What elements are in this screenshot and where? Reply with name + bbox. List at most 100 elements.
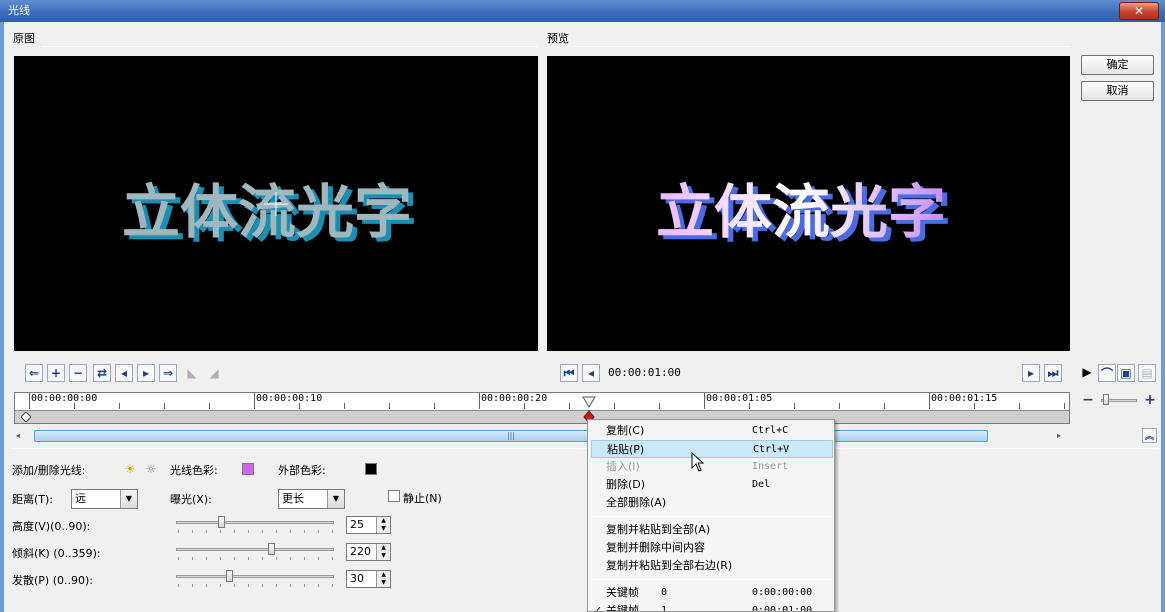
- menu-item-copy-paste-right[interactable]: 复制并粘贴到全部右边(R): [591, 557, 833, 575]
- ruler-tick: [254, 393, 255, 409]
- menu-item-label: 关键帧: [606, 604, 639, 612]
- menu-separator: [591, 516, 831, 517]
- monitor-icon[interactable]: ▣: [1117, 364, 1135, 382]
- move-right-icon[interactable]: ⇒: [159, 364, 177, 382]
- exposure-select[interactable]: 更长 ▼: [278, 489, 345, 509]
- next-frame-icon[interactable]: ▸: [1022, 364, 1040, 382]
- menu-item-delete-all[interactable]: 全部删除(A): [591, 494, 833, 512]
- spin-arrows-icon[interactable]: ▲ ▼: [376, 571, 390, 587]
- height-label: 高度(V)(0..90):: [12, 520, 91, 533]
- add-remove-light-label: 添加/删除光线:: [12, 464, 86, 477]
- collapse-icon[interactable]: ︽: [1142, 428, 1157, 443]
- menu-item-label: 粘贴(P): [607, 443, 645, 456]
- original-text: 立体流光字: [122, 178, 412, 246]
- add-node-icon[interactable]: +: [47, 364, 65, 382]
- ruler-label: 00:00:00:20: [481, 393, 548, 404]
- spin-arrows-icon[interactable]: ▲ ▼: [376, 544, 390, 560]
- keyframe-track[interactable]: [15, 410, 1069, 423]
- spread-slider-track[interactable]: [176, 575, 334, 578]
- ruler-label: 00:00:00:00: [31, 393, 98, 404]
- distance-select[interactable]: 远 ▼: [71, 489, 138, 509]
- loop-icon[interactable]: ⌒: [1098, 364, 1116, 382]
- menu-item-keyframe-1[interactable]: ✓ 关键帧 1 0:00:01:00: [591, 602, 833, 612]
- add-light-icon[interactable]: ☀: [121, 460, 139, 478]
- menu-separator: [591, 579, 831, 580]
- original-pane-label: 原图: [13, 32, 35, 45]
- menu-item-copy-delete-middle[interactable]: 复制并删除中间内容: [591, 539, 833, 557]
- spread-slider-ticks: [178, 584, 334, 587]
- tilt-slider-track[interactable]: [176, 548, 334, 551]
- menu-item-label: 全部删除(A): [606, 496, 667, 509]
- height-slider-ticks: [178, 530, 334, 533]
- menu-item-shortcut: Ctrl+C: [752, 425, 789, 436]
- timeline-scrollbar[interactable]: ◂ ||| ▸: [14, 428, 1070, 444]
- export-icon[interactable]: ▤: [1138, 364, 1156, 382]
- ok-button[interactable]: 确定: [1081, 55, 1154, 75]
- tilt-spinbox[interactable]: 220 ▲ ▼: [346, 543, 391, 561]
- outer-color-swatch[interactable]: [365, 463, 377, 475]
- ruler-tick: [659, 403, 660, 409]
- go-to-start-icon[interactable]: ⏮: [560, 364, 578, 382]
- tilt-slider-thumb[interactable]: [267, 543, 275, 555]
- spread-slider-thumb[interactable]: [225, 570, 233, 582]
- menu-item-shortcut: Del: [752, 479, 771, 490]
- zoom-slider-thumb[interactable]: [1103, 394, 1109, 405]
- current-timecode: 00:00:01:00: [608, 366, 681, 379]
- menu-item-label: 复制并粘贴到全部右边(R): [606, 559, 733, 572]
- remove-node-icon[interactable]: −: [69, 364, 87, 382]
- go-to-end-icon[interactable]: ⏭: [1044, 364, 1062, 382]
- menu-item-paste[interactable]: 粘贴(P) Ctrl+V: [591, 440, 833, 458]
- static-checkbox[interactable]: [388, 490, 400, 502]
- menu-item-keyframe-0[interactable]: 关键帧 0 0:00:00:00: [591, 584, 833, 602]
- height-slider-thumb[interactable]: [217, 516, 225, 528]
- light-color-swatch[interactable]: [242, 463, 254, 475]
- ruler-label: 00:00:01:05: [706, 393, 773, 404]
- menu-item-copy-paste-all[interactable]: 复制并粘贴到全部(A): [591, 521, 833, 539]
- spread-spinbox[interactable]: 30 ▲ ▼: [346, 570, 391, 588]
- result-preview-canvas: 立体流光字 立体流光字: [656, 178, 951, 250]
- height-spinbox[interactable]: 25 ▲ ▼: [346, 516, 391, 534]
- scroll-right-arrow[interactable]: ▸: [1057, 431, 1061, 440]
- menu-item-label: 复制并删除中间内容: [606, 541, 705, 554]
- ruler-tick: [1064, 403, 1065, 409]
- menu-item-insert[interactable]: 插入(I) Insert: [591, 458, 833, 476]
- start-keyframe-marker[interactable]: [21, 412, 31, 422]
- ruler-tick: [569, 403, 570, 409]
- menu-item-copy[interactable]: 复制(C) Ctrl+C: [591, 422, 833, 440]
- preview-pane-label: 预览: [547, 32, 569, 45]
- play-icon[interactable]: ▶: [1078, 363, 1096, 381]
- timeline-ruler[interactable]: 00:00:00:00 00:00:00:10 00:00:00:20 00:0…: [14, 392, 1070, 424]
- scroll-thumb[interactable]: |||: [34, 430, 988, 442]
- keyframe-index: 0: [661, 587, 668, 598]
- cancel-button[interactable]: 取消: [1081, 81, 1154, 101]
- light-color-label: 光线色彩:: [170, 464, 218, 477]
- chevron-down-icon[interactable]: ▼: [327, 490, 344, 508]
- tilt-value: 220: [350, 545, 371, 558]
- move-left-icon[interactable]: ⇐: [25, 364, 43, 382]
- scroll-left-arrow[interactable]: ◂: [16, 431, 20, 440]
- spin-arrows-icon[interactable]: ▲ ▼: [376, 517, 390, 533]
- window-frame-right: [1161, 22, 1165, 612]
- ruler-tick: [839, 403, 840, 409]
- previous-frame-icon[interactable]: ◂: [582, 364, 600, 382]
- copy-left-icon[interactable]: ◣: [183, 364, 201, 382]
- height-slider-track[interactable]: [176, 521, 334, 524]
- next-keyframe-icon[interactable]: ▸: [137, 364, 155, 382]
- copy-right-icon[interactable]: ◢: [205, 364, 223, 382]
- remove-light-icon[interactable]: ☼: [142, 460, 160, 478]
- reverse-icon[interactable]: ⇄: [93, 364, 111, 382]
- zoom-in-button[interactable]: +: [1143, 393, 1157, 408]
- ruler-tick: [209, 403, 210, 409]
- result-preview: 立体流光字 立体流光字: [547, 56, 1070, 351]
- ruler-tick: [704, 393, 705, 409]
- keyframe-index: 1: [661, 605, 668, 612]
- ruler-tick: [434, 403, 435, 409]
- original-preview[interactable]: 立体流光字 立体流光字: [14, 56, 538, 351]
- chevron-down-icon[interactable]: ▼: [120, 490, 137, 508]
- zoom-out-button[interactable]: −: [1081, 393, 1095, 408]
- prev-keyframe-icon[interactable]: ◂: [115, 364, 133, 382]
- ruler-tick: [1019, 403, 1020, 409]
- menu-item-label: 复制(C): [606, 424, 645, 437]
- menu-item-delete[interactable]: 删除(D) Del: [591, 476, 833, 494]
- close-button[interactable]: ✕: [1119, 2, 1159, 20]
